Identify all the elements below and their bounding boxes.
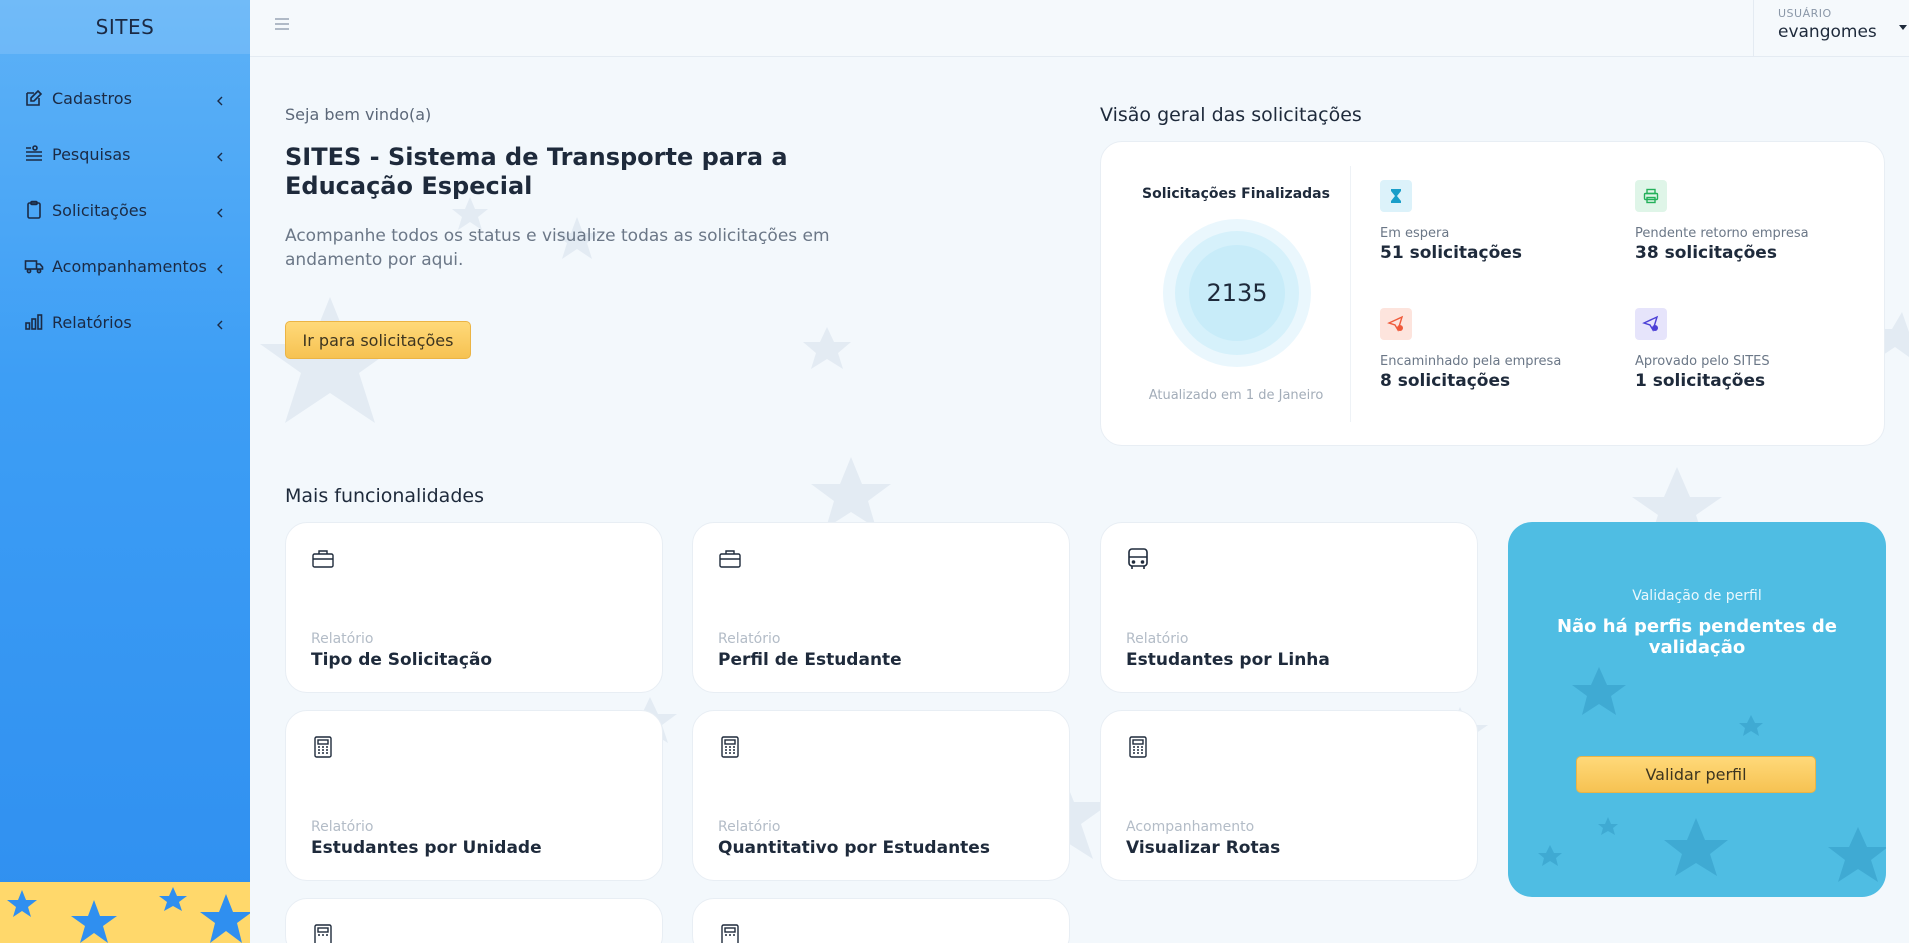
edit-icon [24,88,44,108]
sidebar-item-relatorios[interactable]: Relatórios [0,294,250,350]
stat-value: 51 solicitações [1380,243,1522,263]
chevron-left-icon [214,92,226,106]
profile-validation-card: Validação de perfil Não há perfis penden… [1508,522,1886,897]
menu-toggle-icon[interactable] [273,15,291,33]
send-cancel-icon [1380,308,1412,340]
caret-down-icon [1899,25,1907,30]
validation-title: Não há perfis pendentes de validação [1556,616,1838,658]
card-category: Relatório [311,631,374,647]
sidebar-nav: Cadastros Pesquisas Solicitações Acompan… [0,54,250,350]
stat-aprovado[interactable]: Aprovado pelo SITES 1 solicitações [1635,308,1865,391]
card-name: Estudantes por Unidade [311,838,542,858]
printer-icon [1635,180,1667,212]
validation-label: Validação de perfil [1632,588,1762,604]
chevron-left-icon [214,148,226,162]
overview-title: Visão geral das solicitações [1100,104,1362,126]
card-quantitativo-estudantes[interactable]: Relatório Quantitativo por Estudantes [692,710,1070,881]
card-estudantes-linha[interactable]: Relatório Estudantes por Linha [1100,522,1478,693]
card-partial-2[interactable] [692,898,1070,943]
sidebar-star-banner [0,882,250,943]
stat-label: Em espera [1380,226,1450,241]
card-category: Relatório [311,819,374,835]
calculator-icon [718,736,742,763]
stat-label: Pendente retorno empresa [1635,226,1809,241]
card-tipo-solicitacao[interactable]: Relatório Tipo de Solicitação [285,522,663,693]
hourglass-icon [1380,180,1412,212]
stat-value: 38 solicitações [1635,243,1777,263]
chevron-left-icon [214,316,226,330]
card-estudantes-unidade[interactable]: Relatório Estudantes por Unidade [285,710,663,881]
stat-label: Aprovado pelo SITES [1635,354,1770,369]
card-category: Relatório [718,819,781,835]
validation-stars [1538,667,1886,882]
finalized-value: 2135 [1189,245,1285,341]
card-category: Relatório [1126,631,1189,647]
validate-profile-button[interactable]: Validar perfil [1576,756,1816,793]
topbar: USUÁRIO evangomes [250,0,1909,57]
search-list-icon [24,144,44,164]
stat-value: 1 solicitações [1635,371,1766,391]
chevron-left-icon [214,204,226,218]
sidebar: SITES Cadastros Pesquisas Solicitações A… [0,0,250,943]
calculator-icon [311,736,335,763]
card-name: Quantitativo por Estudantes [718,838,990,858]
divider [1350,166,1351,422]
card-visualizar-rotas[interactable]: Acompanhamento Visualizar Rotas [1100,710,1478,881]
page-title: SITES - Sistema de Transporte para a Edu… [285,143,788,200]
clipboard-icon [24,200,44,220]
welcome-greeting: Seja bem vindo(a) [285,105,432,124]
stat-value: 8 solicitações [1380,371,1511,391]
card-partial-1[interactable] [285,898,663,943]
sidebar-item-solicitacoes[interactable]: Solicitações [0,182,250,238]
calculator-icon [718,924,742,943]
briefcase-icon [718,550,742,575]
bus-icon [1126,548,1150,575]
sidebar-item-label: Acompanhamentos [52,256,207,276]
updated-text: Atualizado em 1 de Janeiro [1148,388,1324,403]
go-to-requests-button[interactable]: Ir para solicitações [285,321,471,359]
stat-encaminhado[interactable]: Encaminhado pela empresa 8 solicitações [1380,308,1610,391]
card-perfil-estudante[interactable]: Relatório Perfil de Estudante [692,522,1070,693]
sidebar-item-cadastros[interactable]: Cadastros [0,70,250,126]
user-menu[interactable]: USUÁRIO evangomes [1753,0,1909,57]
card-category: Acompanhamento [1126,819,1255,835]
sidebar-item-label: Relatórios [52,312,132,332]
card-name: Visualizar Rotas [1126,838,1281,858]
card-name: Perfil de Estudante [718,650,902,670]
sidebar-item-label: Cadastros [52,88,132,108]
finalized-ring: 2135 [1163,219,1311,367]
finalized-title: Solicitações Finalizadas [1142,186,1330,202]
bar-chart-icon [24,312,44,332]
card-name: Estudantes por Linha [1126,650,1330,670]
card-category: Relatório [718,631,781,647]
truck-icon [24,256,44,276]
stat-label: Encaminhado pela empresa [1380,354,1562,369]
stat-pendente[interactable]: Pendente retorno empresa 38 solicitações [1635,180,1865,263]
briefcase-icon [311,550,335,575]
sidebar-item-label: Pesquisas [52,144,131,164]
welcome-description: Acompanhe todos os status e visualize to… [285,226,830,270]
calculator-icon [311,924,335,943]
card-name: Tipo de Solicitação [311,650,493,670]
brand-title[interactable]: SITES [0,0,250,54]
sidebar-item-pesquisas[interactable]: Pesquisas [0,126,250,182]
user-name: evangomes [1778,22,1877,42]
send-check-icon [1635,308,1667,340]
calculator-icon [1126,736,1150,763]
overview-card: Solicitações Finalizadas 2135 Atualizado… [1100,141,1885,446]
more-features-title: Mais funcionalidades [285,485,484,507]
stat-em-espera[interactable]: Em espera 51 solicitações [1380,180,1610,263]
chevron-left-icon [214,260,226,274]
sidebar-item-label: Solicitações [52,200,147,220]
sidebar-item-acompanhamentos[interactable]: Acompanhamentos [0,238,250,294]
user-label: USUÁRIO [1778,7,1832,20]
